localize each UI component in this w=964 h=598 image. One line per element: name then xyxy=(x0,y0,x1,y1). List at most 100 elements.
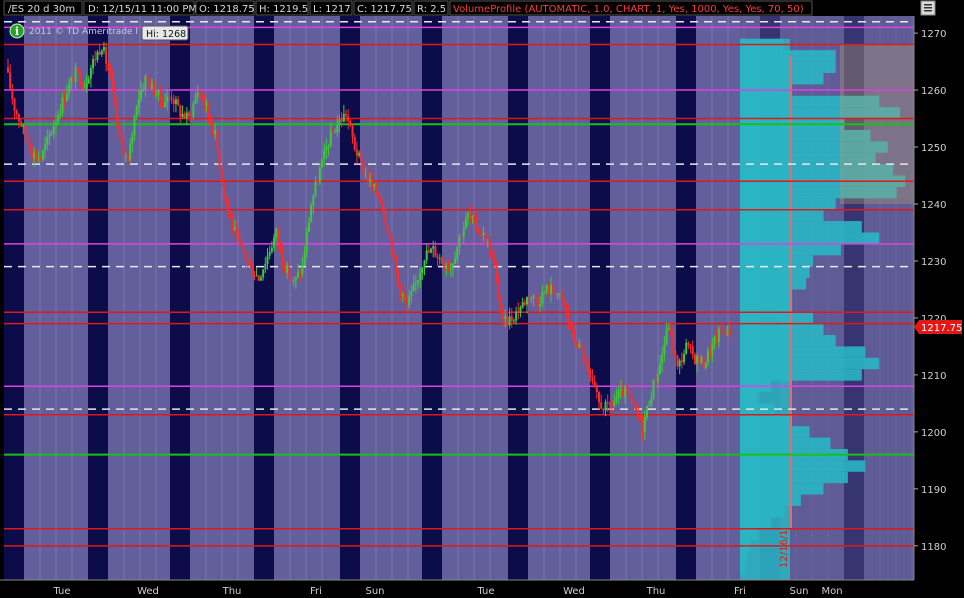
candle-body xyxy=(541,292,544,305)
candle-body xyxy=(334,132,337,134)
candle-body xyxy=(595,387,598,392)
candle-body xyxy=(687,342,690,345)
candle-body xyxy=(76,67,79,73)
candle-body xyxy=(630,396,633,402)
candle-body xyxy=(351,125,354,137)
profile-date-label: 12/16/1 xyxy=(779,529,790,568)
candle-body xyxy=(244,253,247,261)
candle-body xyxy=(81,84,84,88)
x-day-label: Tue xyxy=(476,586,494,597)
candle-body xyxy=(408,296,411,306)
candle-body xyxy=(61,97,64,113)
candle-body xyxy=(711,343,714,356)
candle-body xyxy=(216,130,219,150)
candle-body xyxy=(412,284,415,292)
symbol-label[interactable]: /ES 20 d 30m xyxy=(8,4,75,15)
candle-body xyxy=(565,305,568,312)
x-day-label: Sun xyxy=(789,586,808,597)
y-tick-label: 1210 xyxy=(921,371,946,382)
candle-body xyxy=(497,277,500,299)
candle-body xyxy=(205,102,208,106)
candle-body xyxy=(715,336,718,342)
candle-body xyxy=(209,115,212,124)
candle-body xyxy=(74,67,77,83)
y-tick-label: 1230 xyxy=(921,257,946,268)
candle-body xyxy=(9,72,12,89)
candle-body xyxy=(222,182,225,197)
y-tick-label: 1180 xyxy=(921,542,946,553)
candle-body xyxy=(185,112,188,119)
candle-body xyxy=(294,276,297,281)
candle-body xyxy=(641,417,644,433)
candle-body xyxy=(456,246,459,259)
profile-bar xyxy=(740,198,836,210)
y-tick-label: 1250 xyxy=(921,143,946,154)
candle-body xyxy=(340,119,343,122)
profile-bar xyxy=(740,392,758,404)
candle-body xyxy=(316,181,319,183)
profile-bar xyxy=(740,551,747,563)
candle-body xyxy=(181,113,184,118)
candle-body xyxy=(600,402,603,409)
candle-body xyxy=(135,106,138,116)
menu-icon[interactable] xyxy=(920,0,936,16)
candle-body xyxy=(427,250,430,253)
candle-body xyxy=(264,263,267,270)
candle-body xyxy=(183,113,186,119)
candle-body xyxy=(419,272,422,281)
candle-body xyxy=(728,326,731,336)
candle-body xyxy=(624,386,627,398)
candle-body xyxy=(371,179,374,187)
candle-body xyxy=(257,275,260,281)
candle-body xyxy=(512,320,515,322)
candle-body xyxy=(488,242,491,258)
time-axis[interactable]: Tue Wed Thu Fri Sun Tue Wed Thu Fri Sun Mon xyxy=(0,579,964,598)
candle-body xyxy=(464,218,467,229)
candle-body xyxy=(530,297,533,300)
x-day-label: Thu xyxy=(646,586,666,597)
candle-body xyxy=(720,328,723,330)
candle-body xyxy=(179,105,182,118)
candle-body xyxy=(523,302,526,305)
candle-body xyxy=(72,77,75,83)
y-tick-label: 1240 xyxy=(921,200,946,211)
candle-body xyxy=(255,275,258,277)
price-chart[interactable]: /ES 20 d 30m D: 12/15/11 11:00 PM O: 121… xyxy=(0,0,964,598)
info-icon[interactable]: i xyxy=(9,23,25,39)
candle-body xyxy=(85,83,88,88)
candle-body xyxy=(587,362,590,370)
date-readout: D: 12/15/11 11:00 PM xyxy=(88,4,197,15)
candle-body xyxy=(458,237,461,247)
candle-body xyxy=(645,405,648,418)
candle-body xyxy=(515,311,518,321)
candle-body xyxy=(584,362,587,364)
candle-body xyxy=(155,94,158,96)
candle-body xyxy=(401,293,404,296)
candle-body xyxy=(717,328,720,342)
candle-body xyxy=(355,149,358,156)
candle-body xyxy=(26,136,29,144)
study-label[interactable]: VolumeProfile (AUTOMATIC, 1.0, CHART, 1,… xyxy=(453,4,804,15)
range-readout: R: 2.5 xyxy=(417,4,446,15)
profile-bar xyxy=(740,426,810,438)
candle-body xyxy=(283,263,286,273)
candle-body xyxy=(24,125,27,137)
candle-body xyxy=(159,89,162,100)
candle-body xyxy=(164,102,167,108)
x-day-label: Wed xyxy=(137,586,159,597)
candle-body xyxy=(377,193,380,198)
candle-body xyxy=(504,316,507,319)
candle-body xyxy=(613,400,616,406)
candle-body xyxy=(196,92,199,98)
candle-body xyxy=(140,90,143,99)
candle-body xyxy=(48,134,51,137)
candle-body xyxy=(170,97,173,100)
night-session-band xyxy=(422,16,442,580)
candle-body xyxy=(325,147,328,150)
candle-body xyxy=(281,247,284,264)
profile-bar xyxy=(740,562,746,575)
candle-body xyxy=(550,285,552,294)
high-callout-text: Hi: 1268 xyxy=(146,29,186,40)
profile-bar xyxy=(740,335,836,347)
candle-body xyxy=(172,99,175,105)
